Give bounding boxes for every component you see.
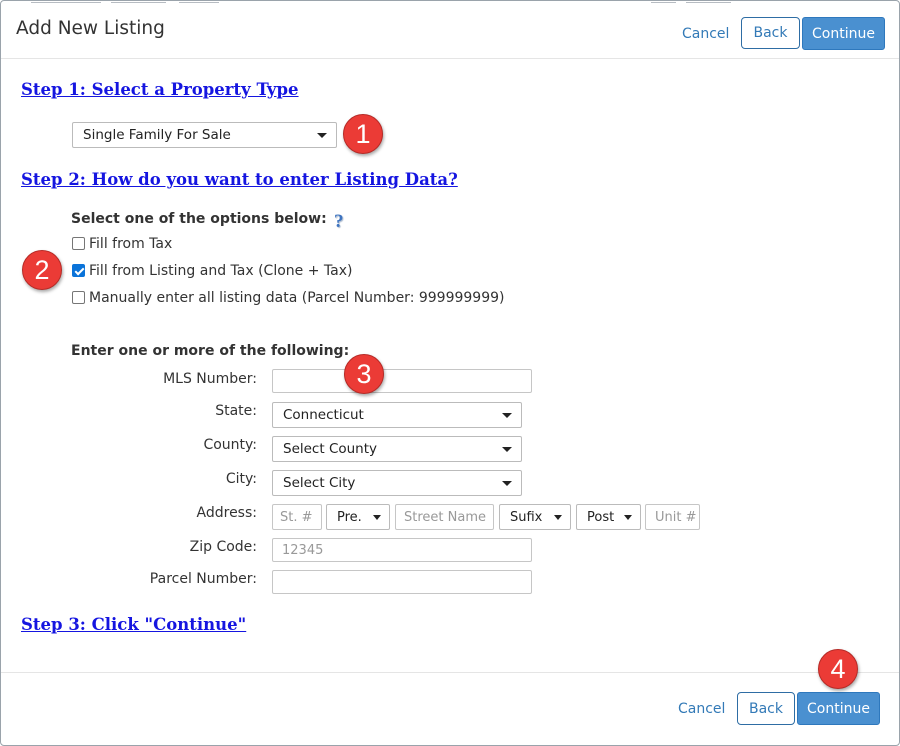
chevron-down-icon: [317, 133, 327, 138]
chevron-down-icon: [373, 515, 381, 520]
fill-from-listing-and-tax-checkbox[interactable]: [72, 264, 85, 277]
header-cancel-link[interactable]: Cancel: [682, 26, 729, 42]
step3-heading[interactable]: Step 3: Click "Continue": [21, 615, 246, 634]
footer-divider: [1, 672, 899, 673]
manual-entry-checkbox[interactable]: [72, 291, 85, 304]
city-select[interactable]: Select City: [272, 470, 522, 496]
fill-from-tax-label: Fill from Tax: [89, 236, 173, 252]
prefix-select[interactable]: Pre.: [326, 504, 390, 530]
callout-badge-2: 2: [22, 250, 62, 290]
county-label: County:: [203, 437, 257, 453]
callout-badge-4: 4: [818, 649, 858, 689]
manual-entry-label: Manually enter all listing data (Parcel …: [89, 290, 505, 306]
street-number-input[interactable]: St. #: [272, 504, 322, 530]
zip-code-input[interactable]: 12345: [272, 538, 532, 562]
state-select[interactable]: Connecticut: [272, 402, 522, 428]
header-continue-button[interactable]: Continue: [802, 17, 885, 50]
city-label: City:: [225, 471, 257, 487]
chevron-down-icon: [502, 447, 512, 452]
chevron-down-icon: [624, 515, 632, 520]
fill-from-listing-and-tax-label: Fill from Listing and Tax (Clone + Tax): [89, 263, 353, 279]
chevron-down-icon: [502, 413, 512, 418]
post-direction-value: Post: [587, 509, 615, 525]
header-divider: [1, 58, 899, 59]
suffix-value: Sufix: [510, 509, 543, 525]
header-back-button[interactable]: Back: [741, 17, 800, 49]
callout-badge-3: 3: [344, 354, 384, 394]
prefix-value: Pre.: [337, 509, 362, 525]
city-value: Select City: [283, 475, 356, 491]
parcel-number-label: Parcel Number:: [149, 571, 257, 587]
options-prompt: Select one of the options below:: [71, 211, 327, 227]
parcel-number-input[interactable]: [272, 570, 532, 594]
dialog-title: Add New Listing: [16, 18, 165, 39]
street-name-input[interactable]: Street Name: [395, 504, 494, 530]
step1-heading[interactable]: Step 1: Select a Property Type: [21, 80, 299, 99]
state-value: Connecticut: [283, 407, 364, 423]
top-edge: [1, 1, 899, 6]
lookup-heading: Enter one or more of the following:: [71, 343, 350, 359]
callout-badge-1: 1: [343, 114, 383, 154]
zip-code-label: Zip Code:: [189, 539, 257, 555]
fill-from-tax-checkbox[interactable]: [72, 237, 85, 250]
unit-number-input[interactable]: Unit #: [645, 504, 700, 530]
property-type-select[interactable]: Single Family For Sale: [72, 122, 337, 148]
mls-number-label: MLS Number:: [163, 371, 257, 387]
suffix-select[interactable]: Sufix: [499, 504, 571, 530]
mls-number-input[interactable]: [272, 369, 532, 393]
post-direction-select[interactable]: Post: [576, 504, 641, 530]
add-listing-dialog: Add New Listing Cancel Back Continue Ste…: [0, 0, 900, 746]
footer-continue-button[interactable]: Continue: [797, 692, 880, 725]
footer-cancel-link[interactable]: Cancel: [678, 701, 725, 717]
state-label: State:: [215, 403, 257, 419]
county-select[interactable]: Select County: [272, 436, 522, 462]
chevron-down-icon: [502, 481, 512, 486]
footer-back-button[interactable]: Back: [737, 692, 795, 725]
help-icon[interactable]: ?: [334, 211, 344, 233]
chevron-down-icon: [554, 515, 562, 520]
address-label: Address:: [196, 505, 257, 521]
step2-heading[interactable]: Step 2: How do you want to enter Listing…: [21, 170, 458, 189]
county-value: Select County: [283, 441, 378, 457]
property-type-value: Single Family For Sale: [83, 127, 231, 143]
